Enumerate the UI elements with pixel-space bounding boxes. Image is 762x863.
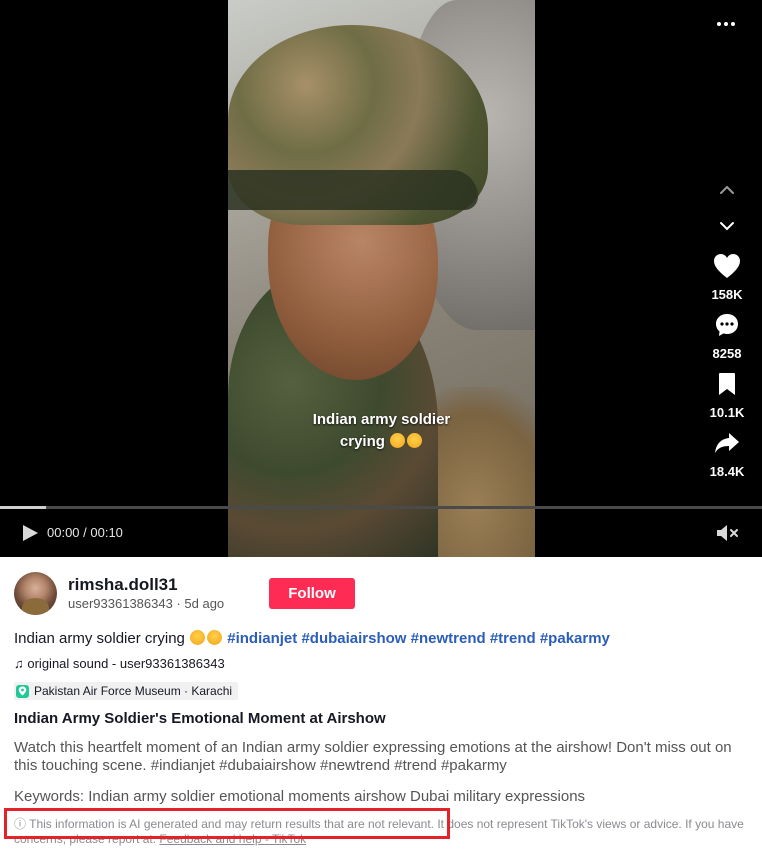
play-icon <box>23 525 38 541</box>
share-arrow-icon <box>715 433 739 453</box>
share-button[interactable]: 18.4K <box>701 428 753 480</box>
video-progress-bar[interactable] <box>0 506 762 509</box>
highlight-box <box>4 808 450 839</box>
video-frame[interactable]: Indian army soldier crying <box>228 0 535 557</box>
share-count: 18.4K <box>709 464 745 479</box>
author-avatar[interactable] <box>14 572 57 615</box>
previous-video-button[interactable] <box>713 178 741 202</box>
meta-separator: · <box>172 596 185 611</box>
hashtag-link[interactable]: #pakarmy <box>540 630 610 647</box>
video-player[interactable]: Indian army soldier crying 158K 8258 10.… <box>0 0 762 557</box>
caption-line-1: Indian army soldier <box>312 411 451 428</box>
comment-count: 8258 <box>712 346 742 361</box>
sound-link[interactable]: ♫ original sound - user93361386343 <box>14 656 225 672</box>
caption-line-2-text: crying <box>339 433 385 450</box>
chevron-down-icon <box>720 222 734 231</box>
hashtag-link[interactable]: #indianjet <box>227 630 297 647</box>
crying-emoji-icon <box>190 630 206 645</box>
description-text: Indian army soldier crying <box>14 630 185 647</box>
play-button[interactable] <box>20 523 40 543</box>
ai-summary-title: Indian Army Soldier's Emotional Moment a… <box>14 710 386 727</box>
crying-emoji-icon <box>390 433 406 448</box>
chevron-up-icon <box>720 185 734 194</box>
author-meta: user93361386343 · 5d ago <box>68 596 224 612</box>
like-button[interactable]: 158K <box>701 251 753 303</box>
more-options-button[interactable] <box>716 12 736 36</box>
location-pin-icon <box>16 684 29 698</box>
laughing-emoji-icon <box>407 433 423 448</box>
hashtag-link[interactable]: #newtrend <box>411 630 486 647</box>
bookmark-icon <box>719 373 735 395</box>
muted-speaker-icon <box>717 525 738 541</box>
follow-button[interactable]: Follow <box>269 578 355 609</box>
sound-label: original sound - user93361386343 <box>27 656 225 671</box>
video-helmet-strap <box>228 170 478 210</box>
mute-button[interactable] <box>716 523 740 543</box>
caption-line-2: crying <box>228 431 535 453</box>
laughing-emoji-icon <box>207 630 223 645</box>
location-label: Pakistan Air Force Museum · Karachi <box>34 684 233 698</box>
ai-keywords: Keywords: Indian army soldier emotional … <box>14 788 586 805</box>
comment-button[interactable]: 8258 <box>701 310 753 362</box>
location-tag[interactable]: Pakistan Air Force Museum · Karachi <box>14 682 239 700</box>
hashtag-link[interactable]: #dubaiairshow <box>301 630 406 647</box>
author-username[interactable]: rimsha.doll31 <box>68 575 178 595</box>
comment-icon <box>716 314 738 336</box>
save-count: 10.1K <box>709 405 745 420</box>
video-description: Indian army soldier crying #indianjet #d… <box>14 630 610 648</box>
video-progress-fill <box>0 506 46 509</box>
next-video-button[interactable] <box>713 214 741 238</box>
author-handle: user93361386343 <box>68 596 173 611</box>
ai-summary-body: Watch this heartfelt moment of an Indian… <box>14 739 732 774</box>
ellipsis-icon <box>717 22 735 26</box>
save-button[interactable]: 10.1K <box>701 369 753 421</box>
post-date: 5d ago <box>184 596 225 611</box>
heart-icon <box>714 254 740 278</box>
music-note-icon: ♫ <box>14 656 24 671</box>
video-time: 00:00 / 00:10 <box>47 525 123 540</box>
like-count: 158K <box>711 287 743 302</box>
video-caption: Indian army soldier crying <box>228 409 535 453</box>
hashtag-link[interactable]: #trend <box>490 630 536 647</box>
